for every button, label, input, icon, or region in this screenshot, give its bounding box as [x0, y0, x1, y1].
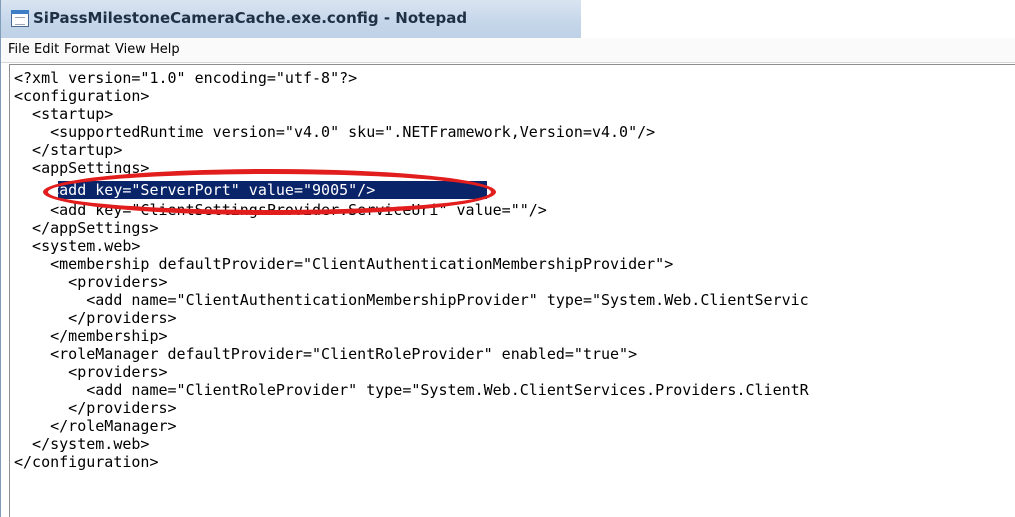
code-line: <add name="ClientRoleProvider" type="Sys… — [14, 381, 809, 399]
title-bar[interactable]: SiPassMilestoneCameraCache.exe.config - … — [1, 0, 581, 38]
menu-help[interactable]: Help — [150, 42, 180, 57]
code-line: </startup> — [14, 141, 123, 159]
code-line: </roleManager> — [14, 417, 177, 435]
code-line: </appSettings> — [14, 219, 159, 237]
code-line: <system.web> — [14, 237, 141, 255]
notepad-icon — [11, 10, 29, 27]
menu-format[interactable]: Format — [64, 42, 110, 57]
code-line: </membership> — [14, 327, 168, 345]
code-line: <configuration> — [14, 87, 150, 105]
code-line: <?xml version="1.0" encoding="utf-8"?> — [14, 69, 358, 87]
code-line: <providers> — [14, 273, 168, 291]
code-line: <add name="ClientAuthenticationMembershi… — [14, 291, 809, 309]
menu-edit[interactable]: Edit — [34, 42, 59, 57]
code-line: </providers> — [14, 399, 177, 417]
code-line: <startup> — [14, 105, 114, 123]
code-line: <add key="ClientSettingsProvider.Service… — [14, 201, 547, 219]
menu-file[interactable]: File — [8, 42, 30, 57]
code-line: </providers> — [14, 309, 177, 327]
code-line: </configuration> — [14, 453, 159, 471]
code-line: <providers> — [14, 363, 168, 381]
window-title: SiPassMilestoneCameraCache.exe.config - … — [33, 9, 468, 27]
menu-bar: File Edit Format View Help — [1, 38, 1015, 63]
code-line: <supportedRuntime version="v4.0" sku=".N… — [14, 123, 656, 141]
leading-spaces — [14, 181, 50, 199]
selected-text: <add key="ServerPort" value="9005"/> — [50, 181, 376, 199]
code-line: <membership defaultProvider="ClientAuthe… — [14, 255, 674, 273]
menu-view[interactable]: View — [115, 42, 146, 57]
code-line: </system.web> — [14, 435, 150, 453]
text-editor[interactable]: <?xml version="1.0" encoding="utf-8"?> <… — [9, 64, 1015, 517]
code-line-selected: <add key="ServerPort" value="9005"/> — [14, 181, 375, 199]
notepad-window: SiPassMilestoneCameraCache.exe.config - … — [0, 0, 1015, 517]
code-line: <roleManager defaultProvider="ClientRole… — [14, 345, 638, 363]
code-line: <appSettings> — [14, 159, 150, 177]
